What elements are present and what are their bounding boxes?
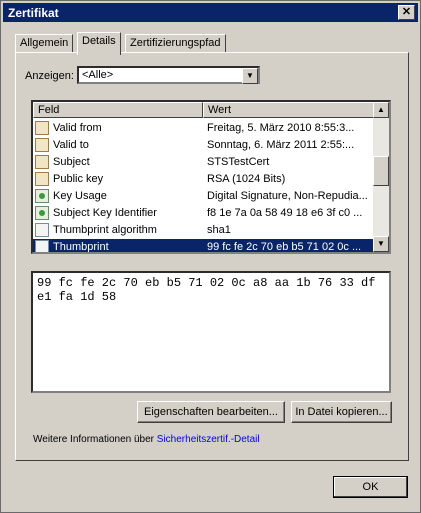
scroll-thumb[interactable]	[373, 156, 389, 186]
field-value: f8 1e 7a 0a 58 49 18 e6 3f c0 ...	[207, 207, 363, 219]
field-name: Subject	[53, 156, 90, 168]
field-name: Public key	[53, 173, 104, 185]
chevron-down-icon[interactable]: ▼	[242, 68, 258, 84]
show-filter-value: <Alle>	[82, 69, 114, 81]
field-list[interactable]: Feld Wert Valid from Freitag, 5. März 20…	[31, 100, 391, 254]
show-label: Anzeigen:	[25, 70, 74, 82]
ok-button[interactable]: OK	[333, 476, 408, 498]
column-header-field[interactable]: Feld	[33, 102, 203, 118]
field-name: Valid from	[53, 122, 102, 134]
tab-details[interactable]: Details	[77, 32, 121, 55]
show-filter-dropdown[interactable]: <Alle> ▼	[77, 66, 260, 84]
certificate-field-icon	[35, 121, 49, 135]
close-button[interactable]: ✕	[398, 5, 415, 20]
more-info-text: Weitere Informationen über Sicherheitsze…	[33, 434, 260, 445]
field-value: Digital Signature, Non-Repudia...	[207, 190, 368, 202]
field-name: Key Usage	[53, 190, 107, 202]
field-value: Freitag, 5. März 2010 8:55:3...	[207, 122, 355, 134]
list-scrollbar[interactable]: ▲ ▼	[373, 102, 389, 252]
list-item[interactable]: Key Usage Digital Signature, Non-Repudia…	[33, 188, 375, 205]
list-item[interactable]: Thumbprint algorithm sha1	[33, 222, 375, 239]
property-icon	[35, 240, 49, 252]
field-value: 99 fc fe 2c 70 eb b5 71 02 0c ...	[207, 241, 362, 253]
list-item[interactable]: Subject STSTestCert	[33, 154, 375, 171]
field-name: Thumbprint	[53, 241, 109, 253]
certificate-field-icon	[35, 172, 49, 186]
field-value: sha1	[207, 224, 231, 236]
window-title: Zertifikat	[8, 6, 59, 20]
title-bar[interactable]: Zertifikat ✕	[3, 3, 418, 22]
scroll-up-icon[interactable]: ▲	[373, 102, 389, 118]
edit-properties-button[interactable]: Eigenschaften bearbeiten...	[137, 401, 285, 423]
list-item-selected[interactable]: Thumbprint 99 fc fe 2c 70 eb b5 71 02 0c…	[33, 239, 375, 253]
column-header-value[interactable]: Wert	[203, 102, 375, 118]
certificate-field-icon	[35, 138, 49, 152]
more-info-label: Weitere Informationen über	[33, 434, 157, 445]
list-item[interactable]: Valid to Sonntag, 6. März 2011 2:55:...	[33, 137, 375, 154]
field-value: RSA (1024 Bits)	[207, 173, 286, 185]
list-item[interactable]: Public key RSA (1024 Bits)	[33, 171, 375, 188]
field-name: Subject Key Identifier	[53, 207, 157, 219]
extension-icon	[35, 206, 49, 220]
field-name: Valid to	[53, 139, 89, 151]
copy-to-file-button[interactable]: In Datei kopieren...	[291, 401, 392, 423]
certificate-dialog: Zertifikat ✕ Allgemein Details Zertifizi…	[0, 0, 421, 513]
list-item[interactable]: Valid from Freitag, 5. März 2010 8:55:3.…	[33, 120, 375, 137]
field-name: Thumbprint algorithm	[53, 224, 157, 236]
scroll-down-icon[interactable]: ▼	[373, 236, 389, 252]
list-item[interactable]: Subject Key Identifier f8 1e 7a 0a 58 49…	[33, 205, 375, 222]
field-value: Sonntag, 6. März 2011 2:55:...	[207, 139, 355, 151]
certificate-details-link[interactable]: Sicherheitszertif.-Detail	[157, 434, 260, 445]
property-icon	[35, 223, 49, 237]
field-value: STSTestCert	[207, 156, 270, 168]
certificate-field-icon	[35, 155, 49, 169]
extension-icon	[35, 189, 49, 203]
field-detail-textbox[interactable]: 99 fc fe 2c 70 eb b5 71 02 0c a8 aa 1b 7…	[31, 271, 391, 393]
